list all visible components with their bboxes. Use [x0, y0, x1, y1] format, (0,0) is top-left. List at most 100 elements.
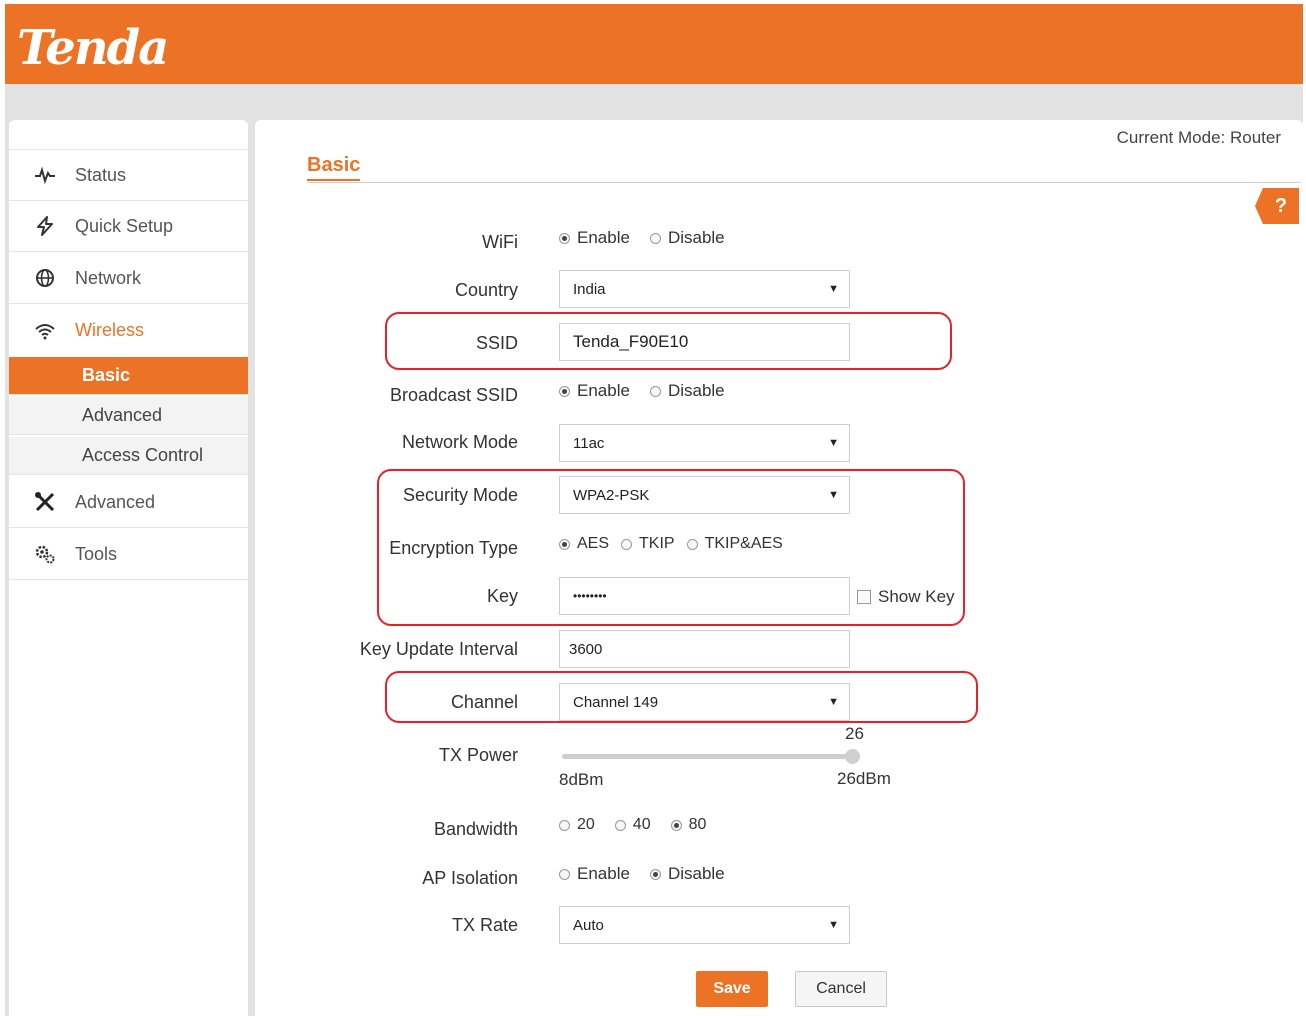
radio-dot: [559, 868, 570, 880]
radio-label: TKIP&AES: [704, 535, 783, 552]
network-mode-label: Network Mode: [401, 432, 518, 452]
security-mode-select[interactable]: WPA2-PSK ▼: [559, 476, 850, 514]
select-value: India: [573, 280, 606, 298]
sidebar: Status Quick Setup Network Wireless Basi…: [9, 120, 248, 1016]
bandwidth-40-radio[interactable]: 40: [614, 816, 651, 834]
radio-dot: [559, 232, 570, 244]
title-divider: [307, 182, 1301, 183]
wifi-enable-radio[interactable]: Enable: [559, 228, 630, 248]
dropdown-arrow-icon: ▼: [828, 919, 839, 931]
dropdown-arrow-icon: ▼: [828, 489, 839, 501]
sidebar-subitem-basic[interactable]: Basic: [9, 357, 248, 395]
current-mode-text: Current Mode: Router: [1116, 128, 1281, 147]
cancel-button[interactable]: Cancel: [795, 971, 887, 1007]
radio-label: TKIP: [639, 535, 675, 552]
pulse-icon: [31, 166, 59, 184]
country-label: Country: [454, 280, 518, 300]
help-button[interactable]: ?: [1255, 188, 1299, 224]
radio-dot: [649, 232, 661, 244]
sidebar-item-label: Advanced: [75, 491, 156, 512]
tx-power-max-label: 26dBm: [837, 769, 891, 788]
wifi-icon: [31, 322, 59, 340]
sidebar-item-status[interactable]: Status: [9, 150, 248, 201]
globe-icon: [31, 268, 59, 288]
tx-rate-select[interactable]: Auto ▼: [559, 906, 850, 944]
dropdown-arrow-icon: ▼: [828, 437, 839, 449]
country-select[interactable]: India ▼: [559, 270, 850, 308]
radio-dot: [559, 819, 570, 831]
broadcast-radio-group: Enable Disable: [559, 381, 745, 401]
channel-select[interactable]: Channel 149 ▼: [559, 683, 850, 721]
input-value: 3600: [569, 640, 603, 658]
broadcast-disable-radio[interactable]: Disable: [649, 381, 725, 401]
radio-dot: [686, 538, 698, 550]
radio-label: Enable: [577, 381, 630, 400]
gears-icon: [31, 544, 59, 564]
lightning-icon: [31, 216, 59, 236]
checkbox-label: Show Key: [878, 587, 955, 606]
top-header-bar: Tenda: [5, 4, 1303, 84]
sidebar-item-network[interactable]: Network: [9, 253, 248, 304]
sidebar-item-quick-setup[interactable]: Quick Setup: [9, 201, 248, 252]
sidebar-item-label: Quick Setup: [75, 215, 174, 236]
checkbox-box: [857, 590, 871, 604]
ap-isolation-disable-radio[interactable]: Disable: [649, 864, 725, 884]
radio-label: Disable: [667, 381, 725, 400]
bandwidth-label: Bandwidth: [433, 819, 518, 839]
wifi-label: WiFi: [482, 232, 518, 252]
sidebar-item-tools[interactable]: Tools: [9, 529, 248, 580]
key-update-interval-label: Key Update Interval: [359, 639, 518, 659]
radio-dot: [614, 819, 626, 831]
sidebar-item-wireless[interactable]: Wireless: [9, 305, 248, 356]
page-title: Basic: [307, 154, 361, 181]
radio-dot: [621, 538, 633, 550]
broadcast-enable-radio[interactable]: Enable: [559, 381, 630, 401]
bandwidth-radio-group: 20 40 80: [559, 816, 726, 834]
tenda-logo: Tenda: [17, 20, 169, 76]
dropdown-arrow-icon: ▼: [828, 696, 839, 708]
radio-label: 80: [688, 816, 707, 833]
show-key-checkbox[interactable]: Show Key: [857, 587, 955, 607]
key-update-interval-input[interactable]: 3600: [559, 630, 850, 668]
input-value: Tenda_F90E10: [573, 332, 689, 351]
main-panel: Current Mode: Router Basic ? WiFi Enable…: [255, 120, 1303, 1016]
encryption-aes-radio[interactable]: AES: [559, 535, 609, 553]
sidebar-item-advanced[interactable]: Advanced: [9, 477, 248, 528]
bandwidth-20-radio[interactable]: 20: [559, 816, 595, 834]
security-mode-label: Security Mode: [402, 485, 518, 505]
select-value: WPA2-PSK: [573, 486, 650, 504]
radio-dot: [649, 868, 661, 880]
key-input[interactable]: ••••••••: [559, 577, 850, 615]
encryption-type-label: Encryption Type: [389, 538, 518, 558]
wifi-disable-radio[interactable]: Disable: [649, 228, 725, 248]
channel-label: Channel: [450, 692, 518, 712]
save-button[interactable]: Save: [696, 971, 768, 1007]
sidebar-subitem-advanced[interactable]: Advanced: [9, 397, 248, 435]
radio-label: Disable: [667, 228, 725, 247]
sidebar-item-label: Status: [75, 164, 127, 185]
tx-power-label: TX Power: [438, 745, 518, 765]
encryption-radio-group: AES TKIP TKIP&AES: [559, 535, 803, 553]
tx-power-slider-track[interactable]: [562, 754, 852, 759]
radio-label: Enable: [577, 864, 630, 883]
encryption-tkip-aes-radio[interactable]: TKIP&AES: [686, 535, 783, 553]
sidebar-subitem-access-control[interactable]: Access Control: [9, 437, 248, 475]
bandwidth-80-radio[interactable]: 80: [670, 816, 707, 834]
encryption-tkip-radio[interactable]: TKIP: [621, 535, 675, 553]
network-mode-select[interactable]: 11ac ▼: [559, 424, 850, 462]
key-label: Key: [486, 586, 518, 606]
tx-power-value: 26: [845, 724, 864, 743]
tx-power-slider-handle[interactable]: [845, 749, 860, 764]
radio-dot: [670, 819, 682, 831]
tools-icon: [31, 491, 59, 513]
select-value: Auto: [573, 916, 604, 934]
sidebar-item-label: Tools: [75, 543, 118, 564]
ssid-input[interactable]: Tenda_F90E10: [559, 323, 850, 361]
input-value: ••••••••: [573, 589, 607, 603]
ap-isolation-radio-group: Enable Disable: [559, 864, 745, 884]
ap-isolation-enable-radio[interactable]: Enable: [559, 864, 630, 884]
dropdown-arrow-icon: ▼: [828, 283, 839, 295]
tx-rate-label: TX Rate: [451, 915, 518, 935]
sidebar-item-label: Wireless: [75, 320, 145, 340]
radio-dot: [559, 385, 570, 397]
